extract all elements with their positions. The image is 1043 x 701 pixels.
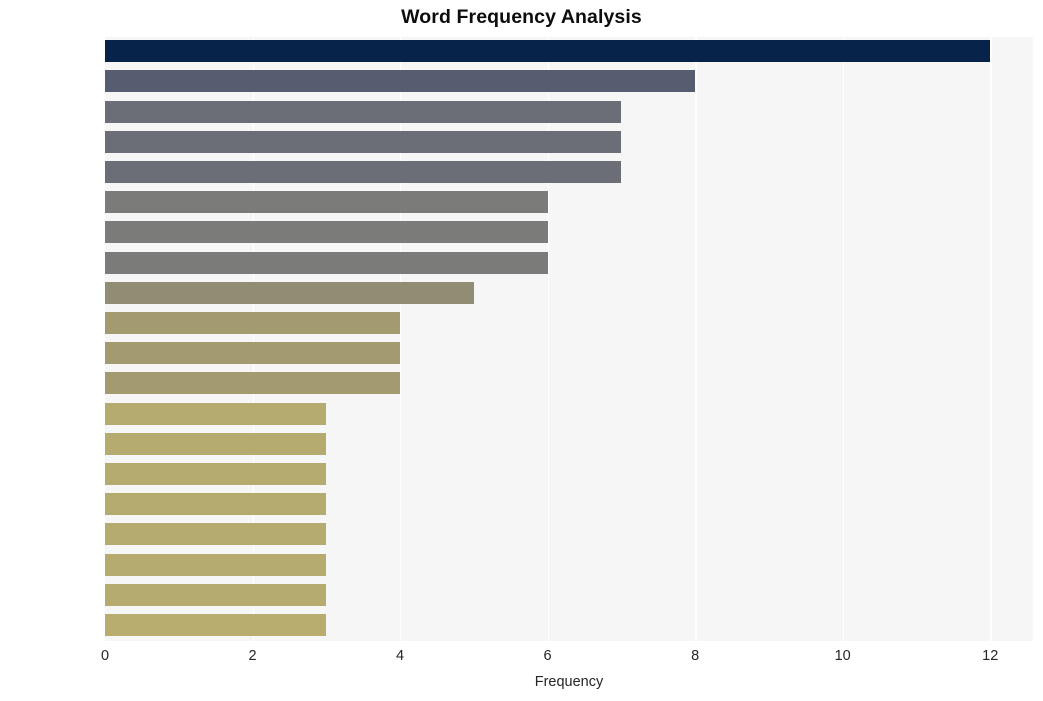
bar-row [105, 550, 1033, 579]
bar-row [105, 188, 1033, 217]
bar-row [105, 158, 1033, 187]
bar-alito[interactable] [105, 312, 401, 335]
bar-petition[interactable] [105, 161, 622, 184]
plot-area [105, 37, 1033, 641]
bar-amendment[interactable] [105, 281, 474, 304]
bar-row [105, 581, 1033, 610]
bar-row [105, 369, 1033, 398]
bar-verification[interactable] [105, 130, 622, 153]
bar-strict[interactable] [105, 553, 327, 576]
bar-content[interactable] [105, 463, 327, 486]
bar-row [105, 339, 1033, 368]
bar-row [105, 490, 1033, 519]
bar-row [105, 128, 1033, 157]
bar-rule[interactable] [105, 523, 327, 546]
x-tick-label-0: 0 [100, 648, 110, 664]
bar-free[interactable] [105, 614, 327, 637]
bar-case[interactable] [105, 251, 548, 274]
word-frequency-bar-chart: Word Frequency Analysis courtsupremeagev… [0, 0, 1043, 701]
bar-row [105, 309, 1033, 338]
bar-justice[interactable] [105, 402, 327, 425]
bar-surprise[interactable] [105, 493, 327, 516]
bar-court[interactable] [105, 40, 991, 63]
x-tick-label-12: 12 [982, 648, 999, 664]
bar-age[interactable] [105, 100, 622, 123]
x-tick-label-6: 6 [543, 648, 552, 664]
bar-row [105, 399, 1033, 428]
bar-row [105, 460, 1033, 489]
bar-row [105, 67, 1033, 96]
bar-row [105, 279, 1033, 308]
bar-supreme[interactable] [105, 70, 696, 93]
bar-row [105, 430, 1033, 459]
bar-row [105, 248, 1033, 277]
bar-row [105, 520, 1033, 549]
x-tick-label-8: 8 [691, 648, 700, 664]
bar-fifth[interactable] [105, 342, 401, 365]
bar-speech[interactable] [105, 372, 401, 395]
bar-scrutiny[interactable] [105, 583, 327, 606]
bar-row [105, 218, 1033, 247]
x-axis-label: Frequency [534, 674, 604, 690]
bar-row [105, 611, 1033, 640]
x-tick-label-4: 4 [396, 648, 405, 664]
bar-texas[interactable] [105, 191, 548, 214]
bar-row [105, 37, 1033, 66]
bar-law[interactable] [105, 432, 327, 455]
chart-title: Word Frequency Analysis [401, 6, 642, 28]
x-tick-label-10: 10 [834, 648, 851, 664]
bar-circuit[interactable] [105, 221, 548, 244]
bar-row [105, 97, 1033, 126]
x-tick-label-2: 2 [248, 648, 257, 664]
